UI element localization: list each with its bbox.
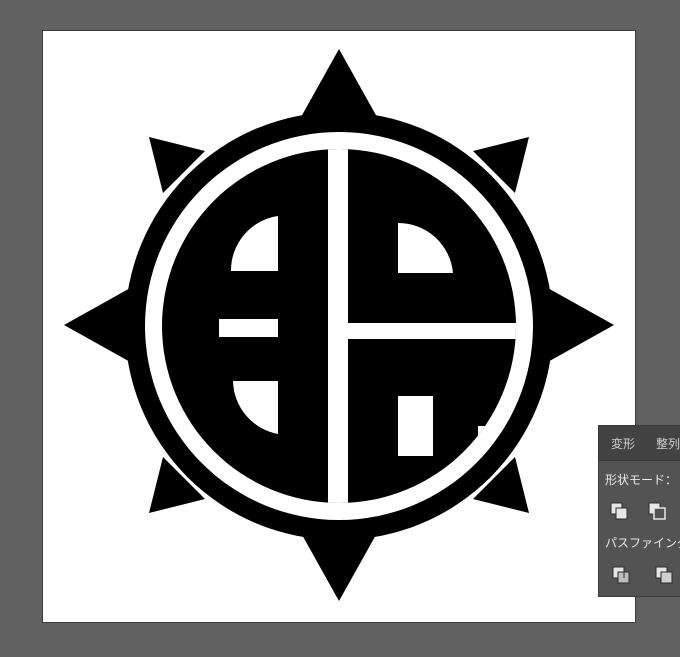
center-divider	[328, 149, 348, 503]
tab-align[interactable]: 整列	[656, 435, 680, 452]
unite-button[interactable]	[609, 501, 629, 521]
right-lower-slot	[398, 396, 433, 456]
left-middle-bar	[219, 319, 278, 337]
minus-front-button[interactable]	[647, 501, 667, 521]
artboard[interactable]	[43, 31, 635, 622]
ray-top	[301, 49, 377, 117]
ray-left	[64, 287, 132, 363]
divide-button[interactable]	[611, 565, 631, 585]
right-middle-bar	[348, 323, 516, 339]
panel-tab-bar: 変形 整列	[599, 426, 680, 461]
trim-icon	[655, 566, 673, 584]
emblem-artwork[interactable]	[43, 31, 635, 622]
unite-icon	[610, 502, 628, 520]
ray-right	[546, 287, 614, 363]
minus-front-icon	[648, 502, 666, 520]
divide-icon	[612, 566, 630, 584]
shape-mode-label: 形状モード：	[605, 473, 678, 487]
canvas-workspace[interactable]: 変形 整列 形状モード： パスファインダー：	[0, 0, 680, 657]
pathfinder-panel[interactable]: 変形 整列 形状モード： パスファインダー：	[598, 425, 680, 597]
tab-transform[interactable]: 変形	[611, 435, 635, 452]
trim-button[interactable]	[654, 565, 674, 585]
ray-bottom	[301, 533, 377, 601]
pathfinder-label: パスファインダー：	[605, 536, 680, 550]
